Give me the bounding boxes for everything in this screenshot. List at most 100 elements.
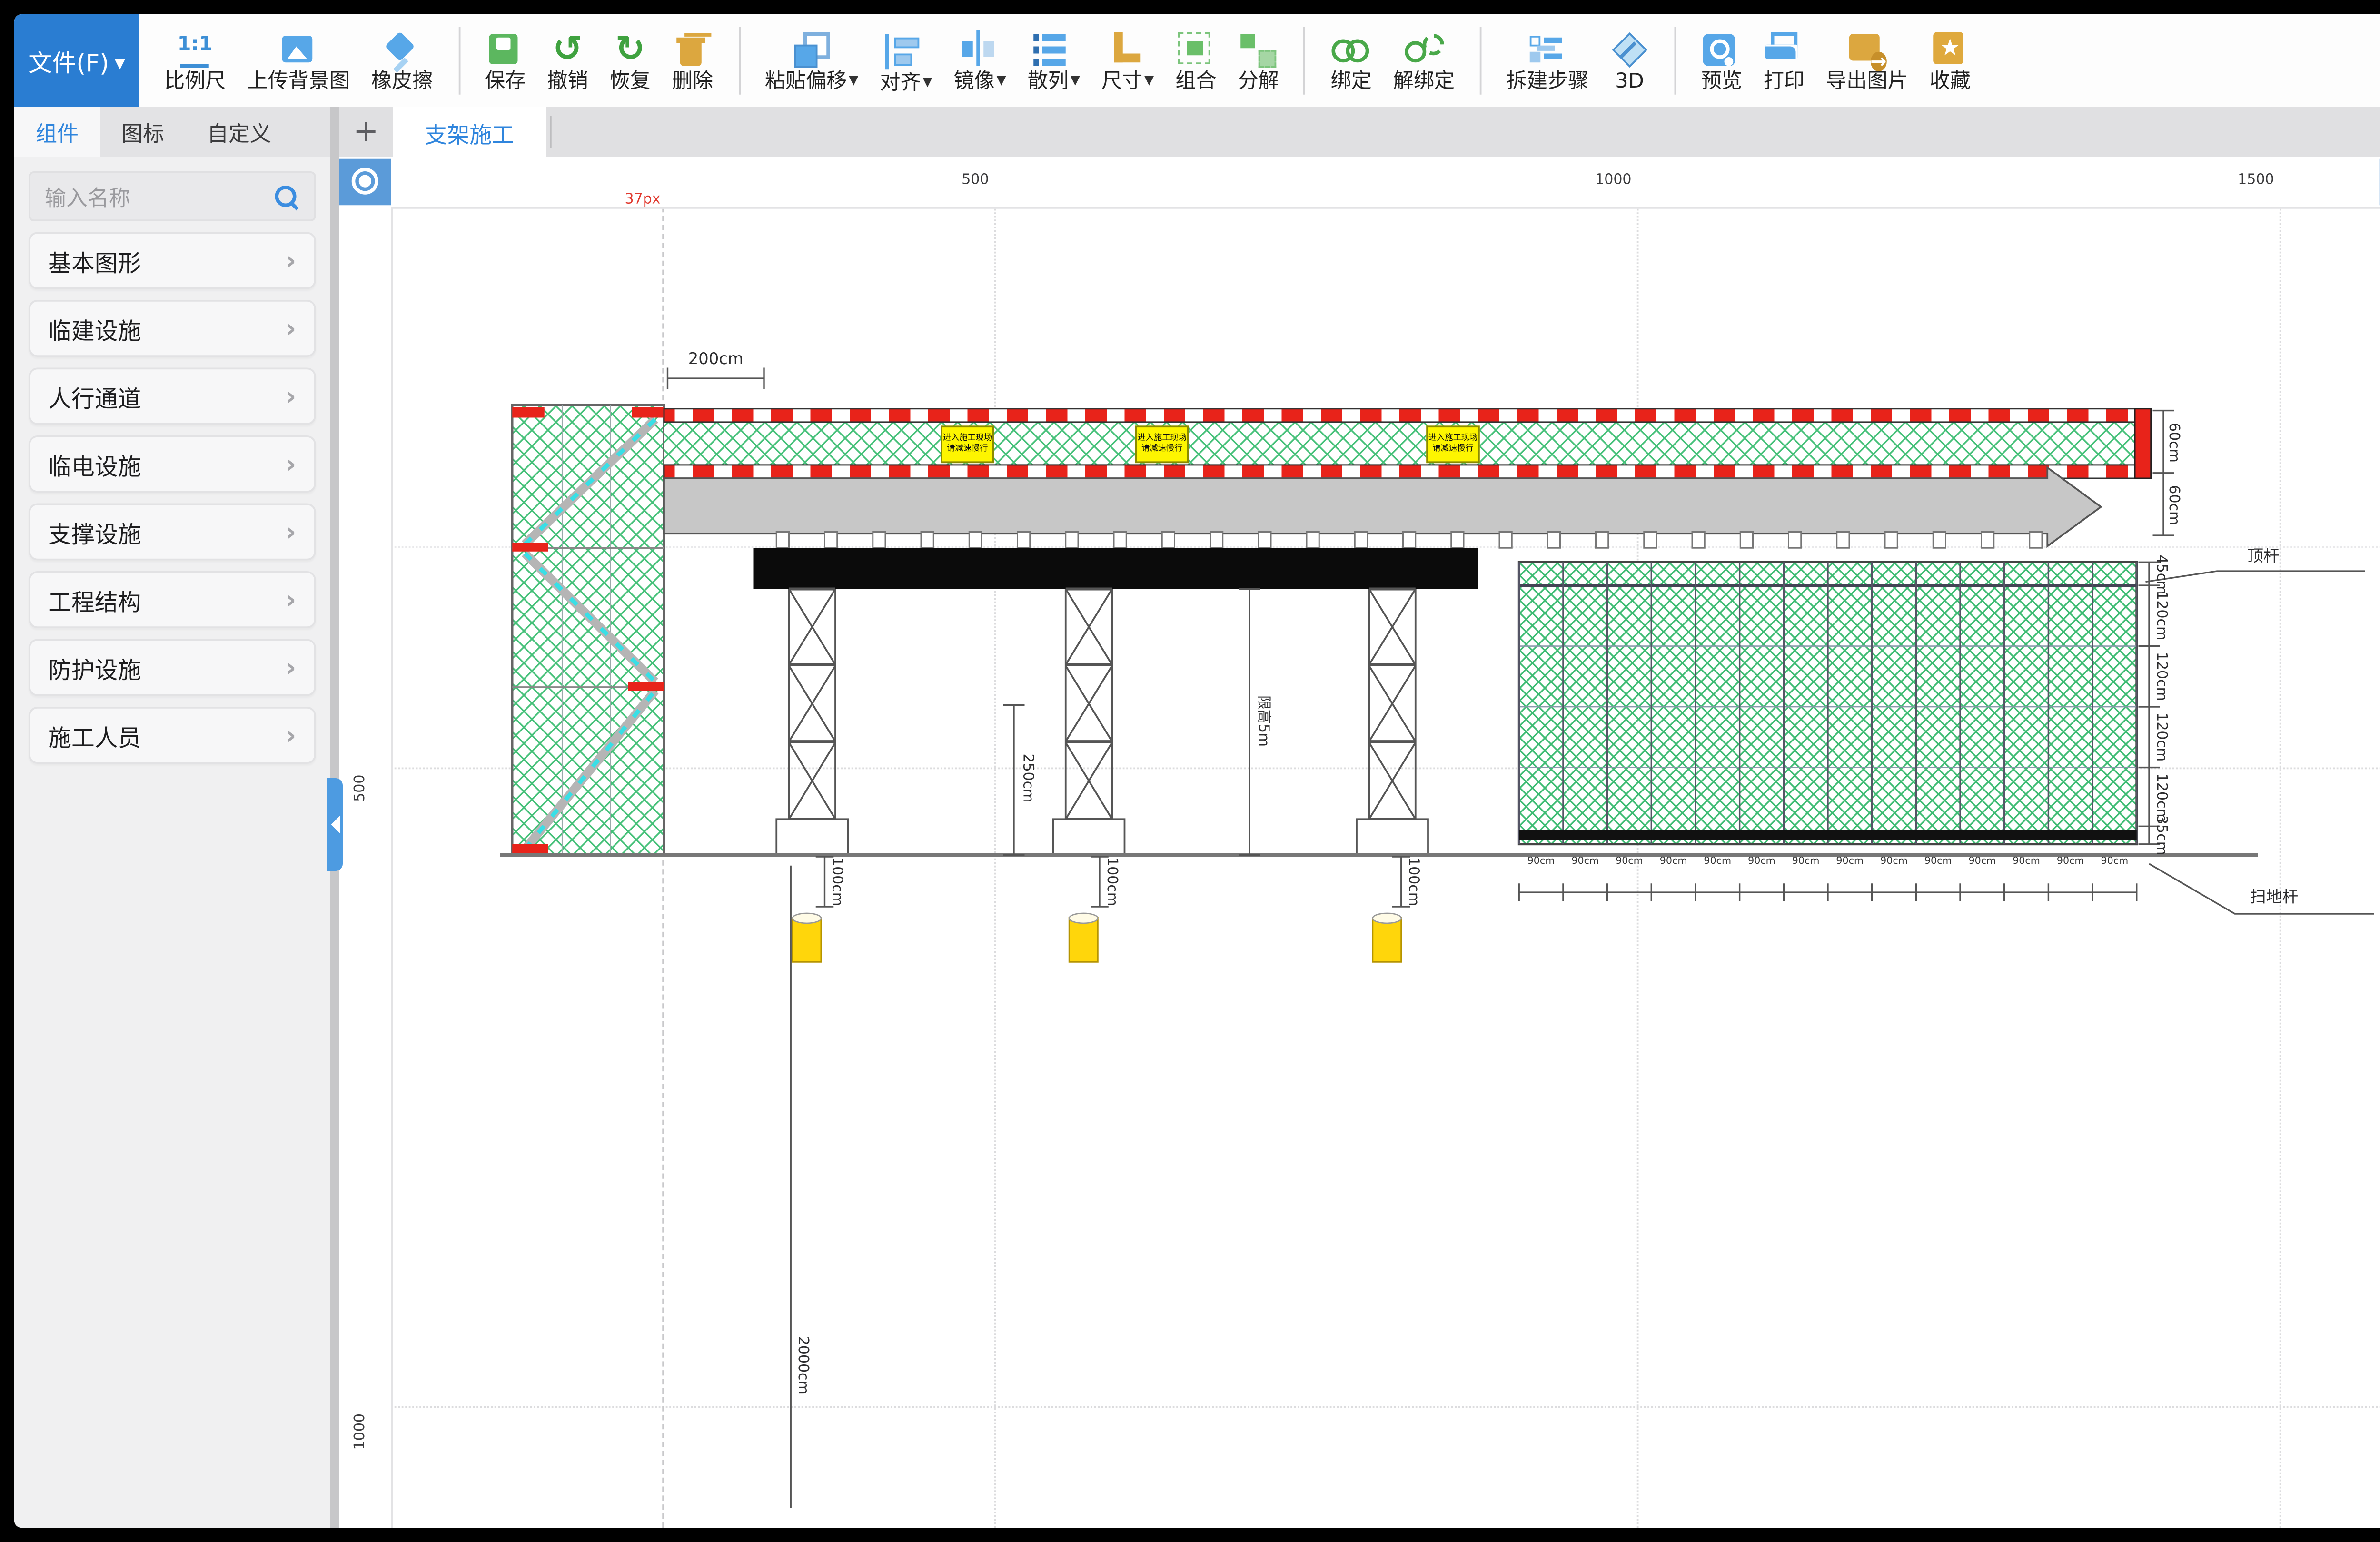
toolbar-upload-image-button[interactable]: 上传背景图 xyxy=(237,29,361,93)
warning-sign: 进入施工现场请减速慢行 xyxy=(1426,425,1480,463)
bay-dim-label: 90cm xyxy=(1969,857,1996,868)
toolbar-scale-button[interactable]: 比例尺 xyxy=(154,29,237,93)
toolbar-divider xyxy=(1674,27,1676,95)
bay-dim-label: 90cm xyxy=(2057,857,2084,868)
clearance-dim-label: 100cm xyxy=(1104,857,1120,906)
chain-dim-label: 45cm xyxy=(2153,554,2170,594)
canvas-tab-bar: + 支架施工 » xyxy=(339,107,2380,157)
toolbar-undo-button[interactable]: 撤销 xyxy=(536,29,599,93)
sidebar-item-2[interactable]: 人行通道› xyxy=(29,368,316,425)
search-input[interactable]: 输入名称 xyxy=(29,171,316,221)
scaffold-diagram[interactable]: 200cm进入施工现场请减速慢行进入施工现场请减速慢行进入施工现场请减速慢行60… xyxy=(339,157,2380,1528)
toolbar-redo-button[interactable]: 恢复 xyxy=(599,29,661,93)
toolbar-button-label: 删除 xyxy=(672,68,713,93)
toolbar-export-image-button[interactable]: 导出图片 xyxy=(1815,29,1919,93)
chevron-right-icon: › xyxy=(285,380,296,413)
distribute-icon xyxy=(1034,32,1074,68)
add-tab-button[interactable]: + xyxy=(339,107,393,157)
toolbar-button-label: 镜像▼ xyxy=(954,68,1006,93)
chain-dim-label: 120cm xyxy=(2153,712,2170,761)
bay-dim-label: 90cm xyxy=(1571,857,1599,868)
toolbar-preview-button[interactable]: 预览 xyxy=(1690,29,1753,93)
sidebar-divider xyxy=(330,107,339,1528)
sidebar-tab-2[interactable]: 自定义 xyxy=(186,107,293,157)
sidebar-collapse-handle[interactable] xyxy=(327,778,343,871)
upload-image-icon xyxy=(279,32,318,68)
chain-dim-label: 120cm xyxy=(2153,652,2170,701)
canvas-column: + 支架施工 » 37px 50010001500 5001000 xyxy=(339,107,2380,1528)
toolbar-button-label: 打印 xyxy=(1764,68,1805,93)
height-limit-label: 限高5m xyxy=(1254,695,1273,747)
warning-sign: 进入施工现场请减速慢行 xyxy=(1135,425,1189,463)
chevron-down-icon: ▼ xyxy=(997,68,1006,93)
chain-dim-label: 35cm xyxy=(2153,814,2170,854)
toolbar-button-label: 3D xyxy=(1615,68,1644,93)
sidebar-item-label: 人行通道 xyxy=(48,379,285,413)
app-window: 文件(F) ▼ 比例尺上传背景图橡皮擦保存撤销恢复删除 粘贴偏移▼ 对齐▼ 镜像▼ 散列… xyxy=(0,0,2380,1542)
toolbar-paste-offset-button[interactable]: 粘贴偏移▼ xyxy=(754,29,869,93)
toolbar-group-button[interactable]: 组合 xyxy=(1165,29,1227,93)
sidebar-item-7[interactable]: 施工人员› xyxy=(29,707,316,764)
toolbar-distribute-button[interactable]: 散列▼ xyxy=(1017,29,1091,93)
sidebar-item-4[interactable]: 支撑设施› xyxy=(29,504,316,561)
tab-zhijiashigong[interactable]: 支架施工 xyxy=(393,107,546,157)
toolbar-button-label: 上传背景图 xyxy=(247,68,350,93)
sidebar-item-6[interactable]: 防护设施› xyxy=(29,639,316,696)
tab-label: 支架施工 xyxy=(425,115,514,149)
toolbar-button-label: 散列▼ xyxy=(1028,68,1080,93)
file-menu-button[interactable]: 文件(F) ▼ xyxy=(14,14,139,107)
toolbar-button-label: 拆建步骤 xyxy=(1507,68,1589,93)
sidebar-item-label: 支撑设施 xyxy=(48,515,285,549)
bay-dim-label: 90cm xyxy=(1616,857,1643,868)
sidebar-tab-1[interactable]: 图标 xyxy=(100,107,186,157)
toolbar-trash-button[interactable]: 删除 xyxy=(661,29,724,93)
toolbar: 文件(F) ▼ 比例尺上传背景图橡皮擦保存撤销恢复删除 粘贴偏移▼ 对齐▼ 镜像▼ 散列… xyxy=(14,14,2380,109)
toolbar-button-label: 粘贴偏移▼ xyxy=(765,68,858,93)
scale-icon xyxy=(175,32,215,68)
toolbar-mirror-button[interactable]: 镜像▼ xyxy=(943,29,1017,93)
toolbar-steps-button[interactable]: 拆建步骤 xyxy=(1496,29,1599,93)
drawing-canvas[interactable]: 37px 50010001500 5001000 xyxy=(339,157,2380,1528)
width-dim-label: 200cm xyxy=(688,352,744,370)
toolbar-unbind-button[interactable]: 解绑定 xyxy=(1382,29,1465,93)
sidebar-item-5[interactable]: 工程结构› xyxy=(29,571,316,628)
paste-offset-icon xyxy=(792,32,832,68)
sidebar-tab-0[interactable]: 组件 xyxy=(14,107,100,157)
bay-dim-label: 90cm xyxy=(1527,857,1555,868)
toolbar-button-label: 尺寸▼ xyxy=(1101,68,1154,93)
trash-icon xyxy=(673,32,713,68)
search-placeholder: 输入名称 xyxy=(45,181,275,212)
print-icon xyxy=(1765,32,1804,68)
toolbar-bind-button[interactable]: 绑定 xyxy=(1320,29,1382,93)
bay-dim-label: 90cm xyxy=(1704,857,1731,868)
chain-dim-label: 120cm xyxy=(2153,772,2170,821)
toolbar-print-button[interactable]: 打印 xyxy=(1753,29,1815,93)
search-icon[interactable] xyxy=(275,186,297,207)
export-image-icon xyxy=(1847,32,1887,68)
clearance-dim-label: 100cm xyxy=(1406,857,1422,906)
file-menu-label: 文件(F) xyxy=(28,43,109,79)
toolbar-eraser-button[interactable]: 橡皮擦 xyxy=(361,29,444,93)
toolbar-ungroup-button[interactable]: 分解 xyxy=(1227,29,1289,93)
sidebar-item-0[interactable]: 基本图形› xyxy=(29,232,316,289)
sign-line1: 进入施工现场 xyxy=(1428,434,1478,445)
bottom-rail-label: 扫地杆 xyxy=(2250,884,2298,908)
toolbar-dimension-button[interactable]: 尺寸▼ xyxy=(1091,29,1164,93)
toolbar-button-label: 组合 xyxy=(1175,68,1216,93)
end-dim-label: 60cm xyxy=(2166,422,2182,462)
toolbar-save-button[interactable]: 保存 xyxy=(474,29,536,93)
toolbar-star-button[interactable]: 收藏 xyxy=(1919,29,1981,93)
save-icon xyxy=(486,32,525,68)
undo-icon xyxy=(548,32,587,68)
select-tool-button[interactable] xyxy=(339,159,391,206)
sidebar-item-3[interactable]: 临电设施› xyxy=(29,435,316,493)
sign-line1: 进入施工现场 xyxy=(1138,434,1187,445)
toolbar-align-button[interactable]: 对齐▼ xyxy=(869,28,943,94)
sidebar-item-1[interactable]: 临建设施› xyxy=(29,300,316,357)
chevron-right-icon: › xyxy=(285,516,296,548)
sign-line2: 请减速慢行 xyxy=(1432,445,1473,455)
toolbar-cube-button[interactable]: 3D xyxy=(1599,29,1660,93)
bind-icon xyxy=(1331,32,1371,68)
chevron-right-icon: › xyxy=(285,448,296,480)
toolbar-button-label: 解绑定 xyxy=(1393,68,1455,93)
